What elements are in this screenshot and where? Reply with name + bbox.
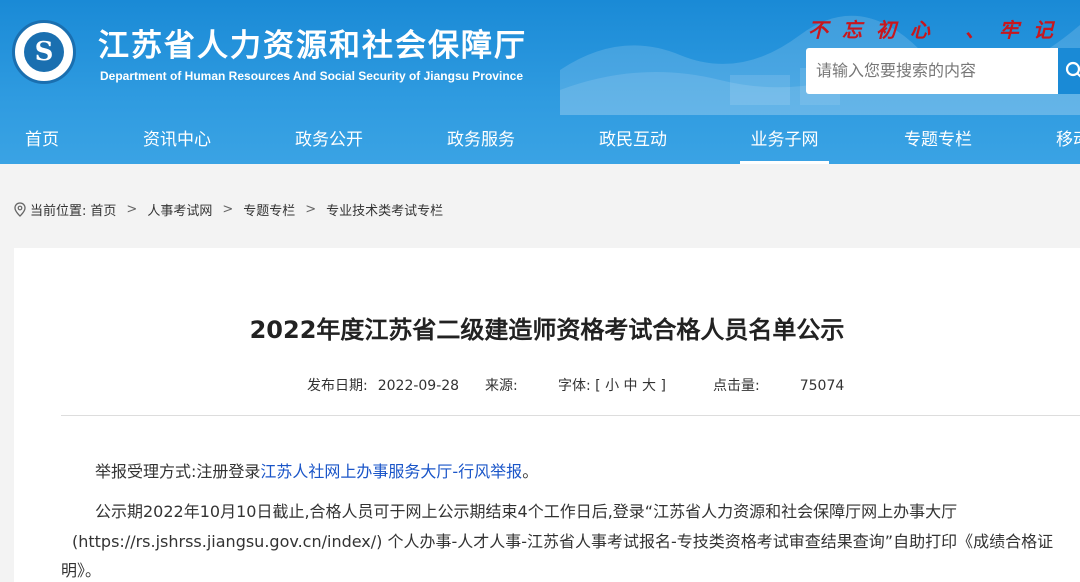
breadcrumb-item-topics[interactable]: 专题专栏 — [243, 200, 295, 219]
font-size-medium[interactable]: 中 — [624, 378, 638, 394]
nav-item-news[interactable]: 资讯中心 — [143, 116, 211, 164]
logo-emblem-icon: S — [24, 32, 64, 72]
font-size-label: 字体: — [558, 378, 591, 394]
breadcrumb-item-exam-site[interactable]: 人事考试网 — [147, 200, 212, 219]
publish-date-value: 2022-09-28 — [377, 378, 460, 394]
report-text: 举报受理方式:注册登录 — [95, 462, 261, 481]
report-link[interactable]: 江苏人社网上办事服务大厅-行风举报 — [260, 462, 522, 481]
notice-paragraph-line-2: (https://rs.jshrss.jiangsu.gov.cn/index/… — [72, 532, 1054, 551]
nav-item-special-topics[interactable]: 专题专栏 — [904, 116, 972, 164]
breadcrumb-separator: > — [222, 202, 234, 217]
breadcrumb-prefix: 当前位置: — [30, 204, 87, 219]
site-title: 江苏省人力资源和社会保障厅 — [98, 28, 527, 64]
font-size-small[interactable]: 小 — [605, 378, 619, 394]
nav-item-interaction[interactable]: 政民互动 — [599, 116, 667, 164]
click-count: 点击量: 75074 — [713, 375, 844, 395]
site-subtitle: Department of Human Resources And Social… — [100, 69, 523, 83]
notice-paragraph-line-3: 明》。 — [61, 561, 102, 580]
site-logo[interactable]: S — [12, 20, 76, 84]
breadcrumb-item-home[interactable]: 首页 — [90, 200, 116, 219]
location-pin-icon — [14, 202, 26, 217]
notice-paragraph-line-1: 公示期2022年10月10日截止,合格人员可于网上公示期结束4个工作日后,登录“… — [95, 502, 958, 521]
click-count-label: 点击量: — [713, 378, 760, 394]
font-bracket-open: [ — [595, 378, 601, 394]
source-label: 来源: — [485, 378, 518, 394]
search-input[interactable]: 请输入您要搜索的内容 — [806, 48, 1058, 94]
divider — [61, 415, 1080, 416]
click-count-value: 75074 — [799, 378, 845, 394]
publish-date-label: 发布日期: — [307, 378, 368, 394]
font-size-large[interactable]: 大 — [642, 378, 656, 394]
nav-item-subsites[interactable]: 业务子网 — [740, 116, 829, 164]
nav-item-home[interactable]: 首页 — [25, 116, 59, 164]
search-button[interactable] — [1058, 48, 1080, 94]
font-size-control: 字体: [ 小 中 大 ] — [558, 375, 666, 395]
breadcrumb-separator: > — [305, 202, 317, 217]
site-header: S 江苏省人力资源和社会保障厅 Department of Human Reso… — [0, 0, 1080, 164]
nav-item-gov-services[interactable]: 政务服务 — [447, 116, 515, 164]
slogan: 不忘初心 、牢记 — [808, 18, 1067, 42]
breadcrumb-separator: > — [126, 202, 138, 217]
breadcrumb-item-current[interactable]: 专业技术类考试专栏 — [326, 200, 443, 219]
article-card: 2022年度江苏省二级建造师资格考试合格人员名单公示 发布日期: 2022-09-… — [14, 248, 1080, 582]
article-title: 2022年度江苏省二级建造师资格考试合格人员名单公示 — [249, 316, 845, 344]
report-text-end: 。 — [522, 462, 539, 481]
breadcrumb: 当前位置: 首页 > 人事考试网 > 专题专栏 > 专业技术类考试专栏 — [14, 200, 443, 219]
nav-item-mobile[interactable]: 移动 — [1056, 116, 1080, 164]
nav-item-gov-affairs[interactable]: 政务公开 — [295, 116, 363, 164]
search-icon — [1065, 61, 1080, 78]
publish-date: 发布日期: 2022-09-28 — [307, 375, 459, 395]
font-bracket-close: ] — [660, 378, 666, 394]
main-nav: 首页 资讯中心 政务公开 政务服务 政民互动 业务子网 专题专栏 移动 — [0, 116, 1080, 164]
report-paragraph: 举报受理方式:注册登录江苏人社网上办事服务大厅-行风举报。 — [95, 458, 538, 482]
